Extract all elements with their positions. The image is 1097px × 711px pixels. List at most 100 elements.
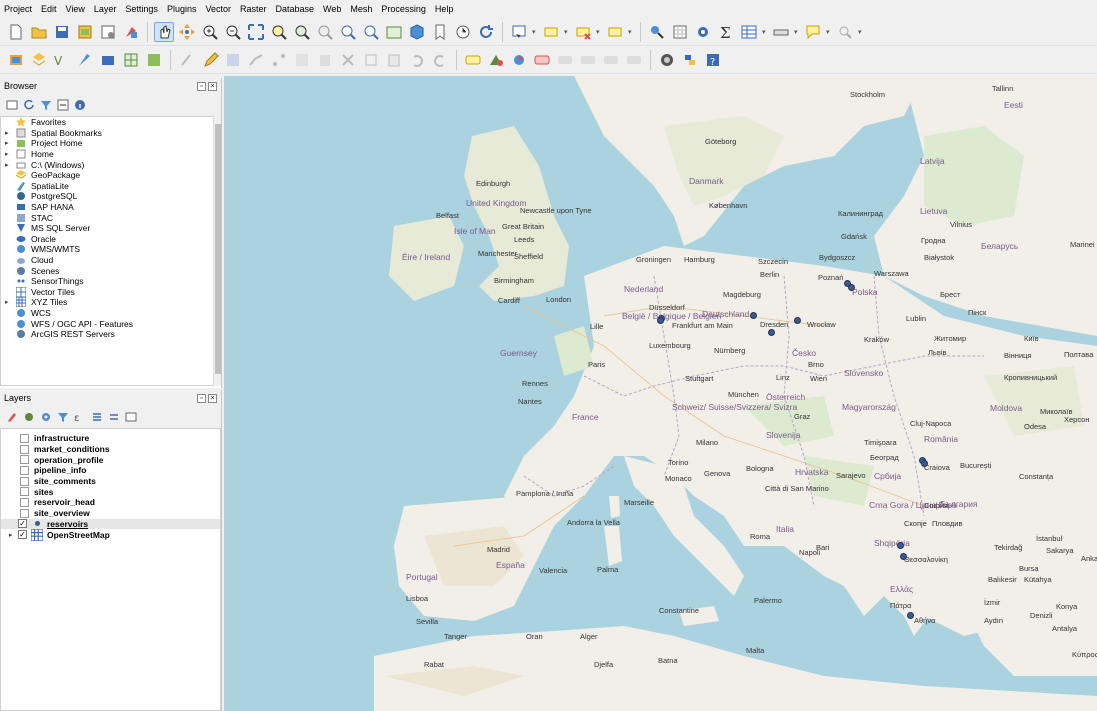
current-edits-icon[interactable]	[177, 50, 197, 70]
rotate-label-icon[interactable]	[601, 50, 621, 70]
refresh-icon[interactable]	[23, 99, 35, 111]
new-3d-view-icon[interactable]	[407, 22, 427, 42]
chevron-down-icon[interactable]: ▾	[596, 28, 602, 36]
new-virtual-layer-icon[interactable]	[98, 50, 118, 70]
select-features-icon[interactable]	[541, 22, 561, 42]
redo-icon[interactable]	[430, 50, 450, 70]
menu-vector[interactable]: Vector	[205, 4, 231, 14]
collapse-all-icon[interactable]	[108, 411, 120, 423]
browser-item[interactable]: WFS / OGC API - Features	[1, 318, 213, 329]
zoom-next-icon[interactable]	[361, 22, 381, 42]
new-spatialite-layer-icon[interactable]	[75, 50, 95, 70]
menu-plugins[interactable]: Plugins	[167, 4, 197, 14]
open-attribute-table-icon[interactable]	[647, 22, 667, 42]
layer-item[interactable]: pipeline_info	[1, 465, 220, 476]
browser-item[interactable]: ▸ XYZ Tiles	[1, 297, 213, 308]
expand-arrow-icon[interactable]: ▸	[5, 161, 15, 169]
paste-features-icon[interactable]	[384, 50, 404, 70]
temporal-controller-icon[interactable]	[453, 22, 473, 42]
reservoir-marker[interactable]	[897, 542, 904, 549]
scrollbar-thumb[interactable]	[215, 124, 221, 374]
new-mesh-layer-icon[interactable]	[121, 50, 141, 70]
browser-item[interactable]: Oracle	[1, 234, 213, 245]
undo-icon[interactable]	[407, 50, 427, 70]
browser-item[interactable]: Favorites	[1, 117, 213, 128]
reservoir-marker[interactable]	[921, 460, 928, 467]
expand-arrow-icon[interactable]: ▸	[5, 139, 15, 147]
map-canvas[interactable]: Stockholm Tallinn Eesti Göteborg Latvija Edin…	[224, 76, 1097, 711]
browser-scrollbar[interactable]	[213, 116, 221, 386]
save-project-icon[interactable]	[52, 22, 72, 42]
zoom-full-icon[interactable]	[246, 22, 266, 42]
manage-map-themes-icon[interactable]	[40, 411, 52, 423]
chevron-down-icon[interactable]: ▾	[826, 28, 832, 36]
layer-item[interactable]: operation_profile	[1, 454, 220, 465]
python-console-icon[interactable]	[680, 50, 700, 70]
zoom-native-icon[interactable]	[315, 22, 335, 42]
reservoir-marker[interactable]	[848, 284, 855, 291]
browser-item[interactable]: WCS	[1, 308, 213, 319]
pan-map-icon[interactable]	[154, 21, 174, 42]
filter-by-expression-icon[interactable]: ε	[74, 411, 86, 423]
menu-web[interactable]: Web	[323, 4, 341, 14]
reservoir-marker[interactable]	[794, 317, 801, 324]
reservoir-marker[interactable]	[900, 553, 907, 560]
expand-all-icon[interactable]	[91, 411, 103, 423]
browser-item[interactable]: GeoPackage	[1, 170, 213, 181]
menu-database[interactable]: Database	[276, 4, 315, 14]
plugin-icon[interactable]	[657, 50, 677, 70]
zoom-last-icon[interactable]	[338, 22, 358, 42]
menu-help[interactable]: Help	[435, 4, 454, 14]
new-geopackage-layer-icon[interactable]	[29, 50, 49, 70]
float-panel-icon[interactable]: ▫	[197, 81, 206, 91]
browser-item[interactable]: PostgreSQL	[1, 191, 213, 202]
pin-labels-icon[interactable]	[532, 50, 552, 70]
layer-item[interactable]: reservoir_head	[1, 497, 220, 508]
browser-item[interactable]: SAP HANA	[1, 202, 213, 213]
menu-processing[interactable]: Processing	[381, 4, 426, 14]
menu-project[interactable]: Project	[4, 4, 32, 14]
browser-item[interactable]: SensorThings	[1, 276, 213, 287]
show-hide-labels-icon[interactable]	[555, 50, 575, 70]
cut-features-icon[interactable]	[338, 50, 358, 70]
info-icon[interactable]	[74, 99, 86, 111]
browser-item[interactable]: Cloud	[1, 255, 213, 266]
collapse-all-icon[interactable]	[57, 99, 69, 111]
add-group-icon[interactable]	[23, 411, 35, 423]
filter-icon[interactable]	[40, 99, 52, 111]
layer-item[interactable]: site_comments	[1, 476, 220, 487]
expand-arrow-icon[interactable]: ▸	[5, 298, 15, 306]
layer-styling-icon[interactable]	[6, 411, 18, 423]
layer-item[interactable]: infrastructure	[1, 433, 220, 444]
close-icon[interactable]: ×	[208, 81, 217, 91]
open-project-icon[interactable]	[29, 22, 49, 42]
chevron-down-icon[interactable]: ▾	[762, 28, 768, 36]
chevron-down-icon[interactable]: ▾	[532, 28, 538, 36]
browser-item[interactable]: Vector Tiles	[1, 286, 213, 298]
browser-item[interactable]: ArcGIS REST Servers	[1, 329, 213, 340]
modify-attributes-icon[interactable]	[292, 50, 312, 70]
save-layer-edits-icon[interactable]	[223, 50, 243, 70]
data-source-manager-icon[interactable]	[6, 50, 26, 70]
menu-raster[interactable]: Raster	[240, 4, 267, 14]
zoom-to-selection-icon[interactable]	[269, 22, 289, 42]
pan-to-selection-icon[interactable]	[177, 22, 197, 42]
identify-features-icon[interactable]	[509, 22, 529, 42]
bookmark-new-icon[interactable]	[430, 22, 450, 42]
browser-item[interactable]: WMS/WMTS	[1, 244, 213, 255]
attribute-table-icon[interactable]	[739, 22, 759, 42]
reservoir-marker[interactable]	[657, 317, 664, 324]
diagram-options-icon[interactable]	[509, 50, 529, 70]
new-print-layout-icon[interactable]	[75, 22, 95, 42]
vertex-tool-icon[interactable]	[269, 50, 289, 70]
map-tips-icon[interactable]	[803, 22, 823, 42]
layer-labeling-icon[interactable]	[486, 50, 506, 70]
layout-manager-icon[interactable]	[98, 22, 118, 42]
browser-item[interactable]: ▸ C:\ (Windows)	[1, 159, 213, 170]
filter-legend-icon[interactable]	[57, 411, 69, 423]
layer-visibility-checkbox[interactable]: ✓	[18, 519, 27, 529]
expand-arrow-icon[interactable]: ▸	[5, 150, 15, 158]
float-panel-icon[interactable]: ▫	[197, 393, 206, 403]
layer-item[interactable]: sites	[1, 486, 220, 497]
menu-mesh[interactable]: Mesh	[350, 4, 372, 14]
